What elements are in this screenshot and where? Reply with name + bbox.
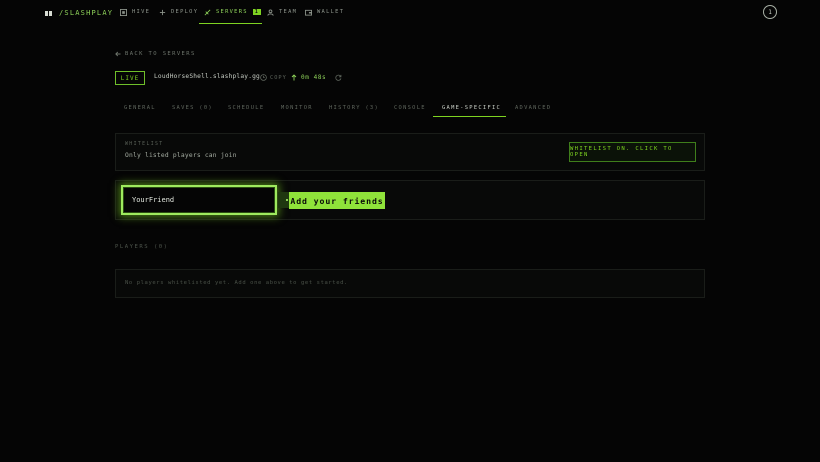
nav-item-label: DEPLOY	[171, 9, 199, 15]
nav-item-label: HIVE	[132, 9, 151, 15]
slashplay-logo-icon	[45, 10, 53, 16]
user-avatar[interactable]: 1	[763, 5, 777, 19]
tab-monitor[interactable]: MONITOR	[281, 99, 313, 117]
rocket-icon	[204, 9, 211, 15]
whitelist-label: WHITELIST	[125, 142, 164, 147]
wallet-icon	[305, 9, 312, 16]
servers-count-badge: 1	[252, 9, 262, 15]
brand-logo[interactable]: /SLASHPLAY	[45, 7, 113, 19]
nav-item-hive[interactable]: HIVE	[120, 6, 150, 18]
players-heading: PLAYERS (0)	[115, 244, 169, 250]
team-icon	[267, 8, 274, 16]
copy-host-button[interactable]: COPY	[260, 73, 287, 82]
players-empty-state: No players whitelisted yet. Add one abov…	[125, 280, 348, 286]
nav-item-label: SERVERS	[216, 9, 248, 15]
tab-advanced[interactable]: ADVANCED	[515, 99, 551, 117]
whitelist-card: WHITELIST Only listed players can join W…	[115, 133, 705, 171]
brand-name: /SLASHPLAY	[59, 9, 114, 17]
server-tabs: GENERAL SAVES (0) SCHEDULE MONITOR HISTO…	[115, 99, 705, 118]
top-nav: /SLASHPLAY HIVE DEPLOY SERVERS 1 TEAM WA…	[0, 0, 820, 25]
plus-icon	[159, 9, 166, 15]
tab-console[interactable]: CONSOLE	[394, 99, 426, 117]
add-friends-tooltip: Add your friends	[289, 192, 385, 209]
nav-item-servers[interactable]: SERVERS 1	[204, 6, 262, 18]
players-list: No players whitelisted yet. Add one abov…	[115, 269, 705, 298]
whitelist-description: Only listed players can join	[125, 152, 237, 159]
nav-active-indicator	[199, 23, 262, 24]
uptime-value: 0m 48s	[301, 74, 327, 81]
server-status-badge: LIVE	[115, 71, 145, 85]
nav-item-wallet[interactable]: WALLET	[305, 6, 344, 18]
tab-schedule[interactable]: SCHEDULE	[228, 99, 264, 117]
server-uptime: 0m 48s	[291, 73, 326, 82]
nav-item-team[interactable]: TEAM	[267, 6, 297, 18]
tab-active-indicator	[433, 116, 506, 117]
hive-icon	[120, 8, 127, 16]
whitelist-toggle-button[interactable]: WHITELIST ON. CLICK TO OPEN	[569, 142, 696, 162]
nav-item-label: TEAM	[279, 9, 298, 15]
nav-item-label: WALLET	[317, 9, 345, 15]
back-to-servers-link[interactable]: BACK TO SERVERS	[115, 49, 196, 59]
player-name-input[interactable]	[121, 185, 277, 215]
copy-icon	[260, 74, 267, 81]
tab-saves[interactable]: SAVES (0)	[172, 99, 213, 117]
back-link-label: BACK TO SERVERS	[125, 51, 196, 57]
arrow-up-icon	[291, 74, 297, 81]
nav-item-deploy[interactable]: DEPLOY	[159, 6, 198, 18]
tab-history[interactable]: HISTORY (3)	[329, 99, 379, 117]
refresh-icon[interactable]	[335, 74, 342, 81]
copy-label: COPY	[270, 74, 287, 81]
server-hostname: LoudHorseShell.slashplay.gg	[154, 73, 260, 80]
tab-game-specific[interactable]: GAME-SPECIFIC	[442, 99, 501, 117]
tab-general[interactable]: GENERAL	[124, 99, 156, 117]
arrow-left-icon	[115, 51, 121, 57]
